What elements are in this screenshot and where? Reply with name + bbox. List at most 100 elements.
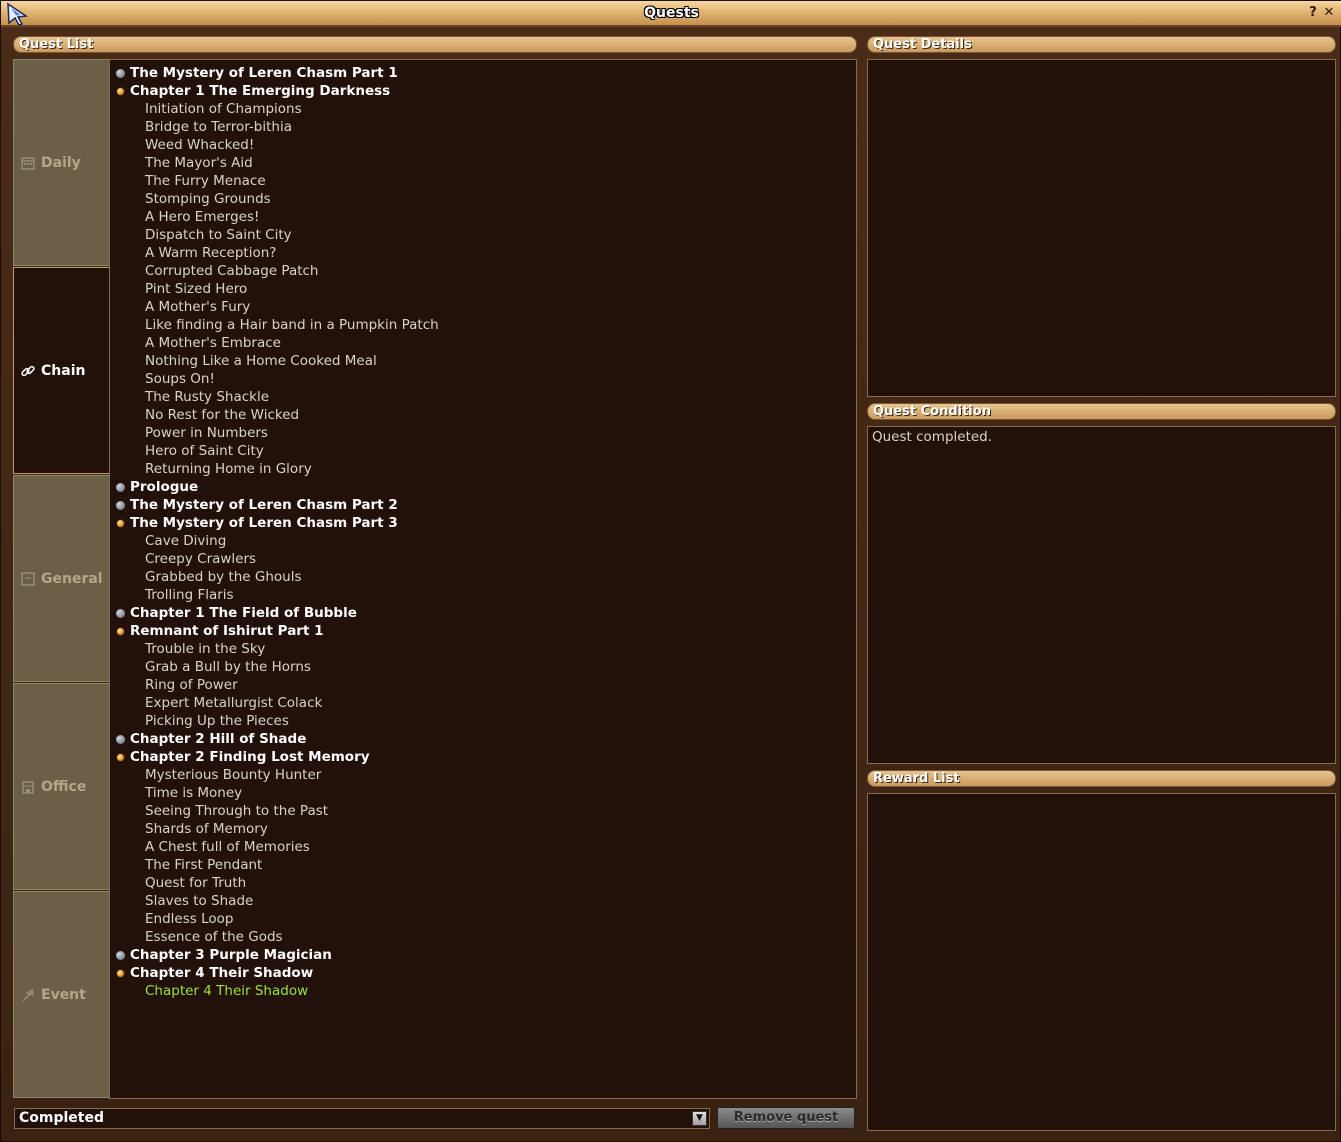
collapsed-bullet-icon (116, 68, 125, 78)
quest-title: Pint Sized Hero (145, 281, 248, 297)
quest-title: Trolling Flaris (145, 587, 234, 603)
quest-title: The Mayor's Aid (145, 155, 253, 171)
quest-title: Chapter 1 The Emerging Darkness (130, 83, 391, 99)
quest-title: Chapter 4 Their Shadow (130, 965, 314, 981)
quest-item-row[interactable]: Creepy Crawlers (114, 550, 856, 568)
quest-details-header: Quest Details (867, 36, 1336, 53)
quest-group-row[interactable]: Chapter 2 Hill of Shade (114, 730, 856, 748)
quest-title: Seeing Through to the Past (145, 803, 329, 819)
quest-title: Prologue (130, 479, 199, 495)
quest-item-row[interactable]: Seeing Through to the Past (114, 802, 856, 820)
quest-item-row[interactable]: Cave Diving (114, 532, 856, 550)
quest-title: Quest for Truth (145, 875, 247, 891)
title-bar[interactable]: Quests ? ✕ (1, 1, 1341, 27)
quest-item-row[interactable]: Slaves to Shade (114, 892, 856, 910)
quest-title: Chapter 1 The Field of Bubble (130, 605, 357, 621)
quest-item-row[interactable]: Trouble in the Sky (114, 640, 856, 658)
quest-title: The Mystery of Leren Chasm Part 1 (130, 65, 398, 81)
quest-title: Chapter 2 Hill of Shade (130, 731, 307, 747)
quest-title: Grabbed by the Ghouls (145, 569, 302, 585)
quest-item-row[interactable]: Grabbed by the Ghouls (114, 568, 856, 586)
quest-group-row[interactable]: Chapter 2 Finding Lost Memory (114, 748, 856, 766)
quest-item-row[interactable]: Stomping Grounds (114, 190, 856, 208)
quest-item-row[interactable]: Trolling Flaris (114, 586, 856, 604)
quest-list-header: Quest List (13, 36, 857, 53)
collapsed-bullet-icon (116, 608, 125, 618)
quest-item-row[interactable]: Like finding a Hair band in a Pumpkin Pa… (114, 316, 856, 334)
quest-item-row[interactable]: Initiation of Champions (114, 100, 856, 118)
expanded-bullet-icon (116, 518, 125, 528)
tab-label: Office (41, 778, 87, 795)
quest-item-row[interactable]: A Mother's Embrace (114, 334, 856, 352)
quest-group-row[interactable]: Chapter 3 Purple Magician (114, 946, 856, 964)
quest-item-row[interactable]: Picking Up the Pieces (114, 712, 856, 730)
collapsed-bullet-icon (116, 950, 125, 960)
tab-chain[interactable]: Chain (13, 267, 110, 474)
tab-label: Chain (41, 362, 86, 379)
quest-item-row[interactable]: The Rusty Shackle (114, 388, 856, 406)
quest-title: Dispatch to Saint City (145, 227, 292, 243)
close-icon[interactable]: ✕ (1322, 5, 1336, 21)
quest-item-row[interactable]: A Warm Reception? (114, 244, 856, 262)
quest-item-row[interactable]: Endless Loop (114, 910, 856, 928)
quest-group-row[interactable]: Remnant of Ishirut Part 1 (114, 622, 856, 640)
quest-status-dropdown[interactable]: Completed ▼ (14, 1108, 710, 1129)
tab-event[interactable]: Event (13, 891, 110, 1098)
help-icon[interactable]: ? (1306, 5, 1320, 21)
quest-group-row[interactable]: The Mystery of Leren Chasm Part 2 (114, 496, 856, 514)
quest-item-row[interactable]: Bridge to Terror-bithia (114, 118, 856, 136)
quest-item-row[interactable]: Corrupted Cabbage Patch (114, 262, 856, 280)
tab-daily[interactable]: Daily (13, 59, 110, 266)
quest-title: The Mystery of Leren Chasm Part 2 (130, 497, 398, 513)
quest-title: Chapter 2 Finding Lost Memory (130, 749, 370, 765)
quest-item-row[interactable]: Soups On! (114, 370, 856, 388)
quest-list-panel[interactable]: The Mystery of Leren Chasm Part 1 Chapter… (109, 59, 857, 1099)
quest-item-row[interactable]: Nothing Like a Home Cooked Meal (114, 352, 856, 370)
flag-icon (20, 987, 36, 1003)
quest-title: Essence of the Gods (145, 929, 283, 945)
quest-title: The Furry Menace (145, 173, 266, 189)
quest-item-row[interactable]: A Mother's Fury (114, 298, 856, 316)
quest-item-row[interactable]: A Chest full of Memories (114, 838, 856, 856)
quest-title: A Mother's Fury (145, 299, 251, 315)
quest-item-row[interactable]: Hero of Saint City (114, 442, 856, 460)
quest-item-row[interactable]: Weed Whacked! (114, 136, 856, 154)
quest-title: Stomping Grounds (145, 191, 271, 207)
quest-item-row[interactable]: No Rest for the Wicked (114, 406, 856, 424)
quest-item-row[interactable]: The First Pendant (114, 856, 856, 874)
quest-item-row[interactable]: Expert Metallurgist Colack (114, 694, 856, 712)
quest-item-row[interactable]: Chapter 4 Their Shadow (114, 982, 856, 1000)
quest-title: Endless Loop (145, 911, 234, 927)
quest-item-row[interactable]: A Hero Emerges! (114, 208, 856, 226)
quest-item-row[interactable]: Returning Home in Glory (114, 460, 856, 478)
quest-condition-text: Quest completed. (872, 429, 993, 445)
quest-title: Creepy Crawlers (145, 551, 257, 567)
quest-group-row[interactable]: Chapter 4 Their Shadow (114, 964, 856, 982)
quest-group-row[interactable]: The Mystery of Leren Chasm Part 3 (114, 514, 856, 532)
quest-item-row[interactable]: Dispatch to Saint City (114, 226, 856, 244)
quest-item-row[interactable]: Ring of Power (114, 676, 856, 694)
quest-item-row[interactable]: Time is Money (114, 784, 856, 802)
quest-item-row[interactable]: The Furry Menace (114, 172, 856, 190)
quest-item-row[interactable]: The Mayor's Aid (114, 154, 856, 172)
quest-group-row[interactable]: The Mystery of Leren Chasm Part 1 (114, 64, 856, 82)
tab-general[interactable]: General (13, 475, 110, 682)
quest-item-row[interactable]: Mysterious Bounty Hunter (114, 766, 856, 784)
chevron-down-icon[interactable]: ▼ (692, 1111, 707, 1126)
expanded-bullet-icon (116, 626, 125, 636)
quest-item-row[interactable]: Essence of the Gods (114, 928, 856, 946)
quest-group-row[interactable]: Chapter 1 The Field of Bubble (114, 604, 856, 622)
quest-item-row[interactable]: Quest for Truth (114, 874, 856, 892)
dropdown-selected-value: Completed (19, 1110, 105, 1126)
tab-office[interactable]: Office (13, 683, 110, 890)
quest-item-row[interactable]: Shards of Memory (114, 820, 856, 838)
quest-item-row[interactable]: Grab a Bull by the Horns (114, 658, 856, 676)
quest-group-row[interactable]: Chapter 1 The Emerging Darkness (114, 82, 856, 100)
quest-group-row[interactable]: Prologue (114, 478, 856, 496)
window-title: Quests (644, 5, 699, 21)
quest-title: Mysterious Bounty Hunter (145, 767, 322, 783)
remove-quest-button[interactable]: Remove quest (717, 1107, 855, 1129)
quest-item-row[interactable]: Pint Sized Hero (114, 280, 856, 298)
tab-label: General (41, 570, 103, 587)
quest-item-row[interactable]: Power in Numbers (114, 424, 856, 442)
